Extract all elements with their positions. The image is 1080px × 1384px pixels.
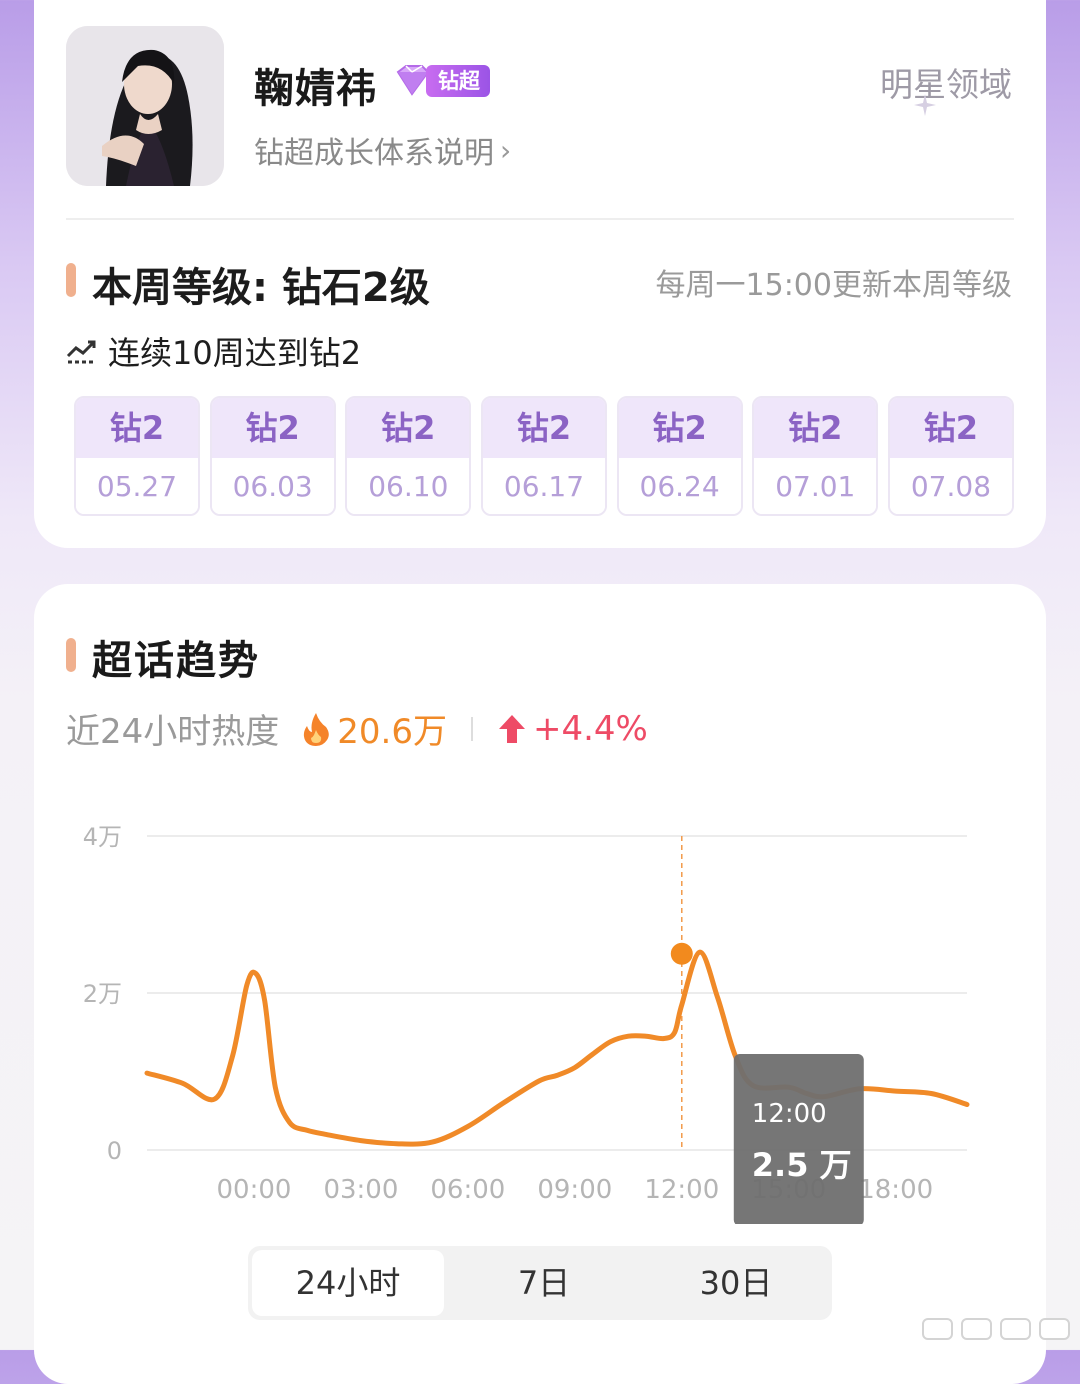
weekly-level-history: 钻2 05.27 钻2 06.03 钻2 06.10 钻2 06.17 钻2 06.24 …	[74, 396, 1014, 516]
level-streak: 连续10周达到钻2	[66, 328, 361, 374]
week-date: 05.27	[76, 458, 198, 514]
week-date: 06.10	[347, 458, 470, 514]
heat-value: 20.6万	[337, 712, 447, 752]
heat-label: 近24小时热度	[66, 712, 280, 752]
sparkle-icon	[914, 94, 936, 116]
growth-system-link[interactable]: 钻超成长体系说明 ›	[254, 128, 511, 172]
x-tick-label: 06:00	[430, 1175, 505, 1205]
range-tabs: 24小时 7日 30日	[248, 1246, 832, 1320]
week-level-item: 钻2 07.08	[887, 396, 1014, 516]
y-tick-label: 0	[107, 1137, 122, 1165]
week-level-item: 钻2 06.03	[209, 396, 336, 516]
week-level-item: 钻2 06.17	[480, 396, 607, 516]
week-level: 钻2	[754, 398, 877, 458]
section-marker	[66, 638, 76, 672]
divider	[470, 716, 473, 741]
week-level-item: 钻2 05.27	[74, 396, 200, 516]
avatar[interactable]	[66, 26, 224, 186]
week-level: 钻2	[482, 398, 605, 458]
chart-tooltip: 12:00 2.5 万	[733, 1054, 864, 1224]
x-tick-label: 12:00	[644, 1175, 719, 1205]
week-date: 07.08	[889, 458, 1012, 514]
badge-label: 钻超	[426, 65, 490, 97]
tab-30d[interactable]: 30日	[640, 1246, 832, 1320]
week-level: 钻2	[618, 398, 741, 458]
week-level: 钻2	[347, 398, 470, 458]
y-tick-label: 2万	[83, 980, 122, 1008]
heat-summary: 近24小时热度 20.6万 +4.4%	[66, 704, 648, 753]
heat-trend-chart[interactable]: 02万4万 00:0003:0006:0009:0012:0015:0018:0…	[34, 784, 1046, 1224]
growth-link-label: 钻超成长体系说明	[254, 136, 494, 171]
week-level: 钻2	[889, 398, 1012, 458]
chevron-right-icon: ›	[500, 133, 512, 167]
tab-24h[interactable]: 24小时	[252, 1250, 444, 1316]
highlight-point[interactable]	[670, 942, 693, 965]
trend-up-icon	[66, 340, 96, 364]
week-level-item: 钻2 07.01	[752, 396, 879, 516]
week-level-item: 钻2 06.24	[616, 396, 743, 516]
week-level-item: 钻2 06.10	[345, 396, 472, 516]
trend-card: 超话趋势 近24小时热度 20.6万 +4.4% 0 2万 4万 00:00 03:0…	[34, 584, 1046, 1384]
tooltip-value: 2.5 万	[752, 1146, 852, 1184]
week-date: 06.17	[482, 458, 605, 514]
tooltip-box	[733, 1054, 864, 1224]
week-level: 钻2	[76, 398, 198, 458]
divider	[66, 218, 1014, 220]
tooltip-time: 12:00	[752, 1099, 827, 1129]
arrow-up-icon	[498, 714, 525, 743]
flame-icon	[304, 712, 330, 746]
star-name: 鞠婧祎	[254, 66, 377, 112]
x-tick-label: 03:00	[323, 1175, 398, 1205]
heat-change: +4.4%	[532, 708, 648, 749]
trend-title: 超话趋势	[92, 638, 260, 684]
x-tick-label: 00:00	[216, 1175, 291, 1205]
week-level: 钻2	[211, 398, 334, 458]
weekly-level-title: 本周等级: 钻石2级	[92, 265, 430, 311]
super-diamond-badge: 钻超	[392, 62, 490, 100]
week-date: 06.03	[211, 458, 334, 514]
y-tick-label: 4万	[83, 823, 122, 851]
level-update-note: 每周一15:00更新本周等级	[655, 268, 1012, 303]
star-domain-label[interactable]: 明星领域	[880, 58, 1012, 106]
x-tick-label: 18:00	[858, 1175, 933, 1205]
system-indicator	[922, 1318, 1070, 1340]
section-marker	[66, 263, 76, 297]
tab-7d[interactable]: 7日	[448, 1246, 640, 1320]
week-date: 06.24	[618, 458, 741, 514]
x-tick-label: 09:00	[537, 1175, 612, 1205]
streak-text: 连续10周达到钻2	[108, 334, 362, 372]
week-date: 07.01	[754, 458, 877, 514]
profile-card: 鞠婧祎 钻超 钻超成长体系说明 › 明星领域 本周等级: 钻石2级 每周一15:…	[34, 0, 1046, 548]
